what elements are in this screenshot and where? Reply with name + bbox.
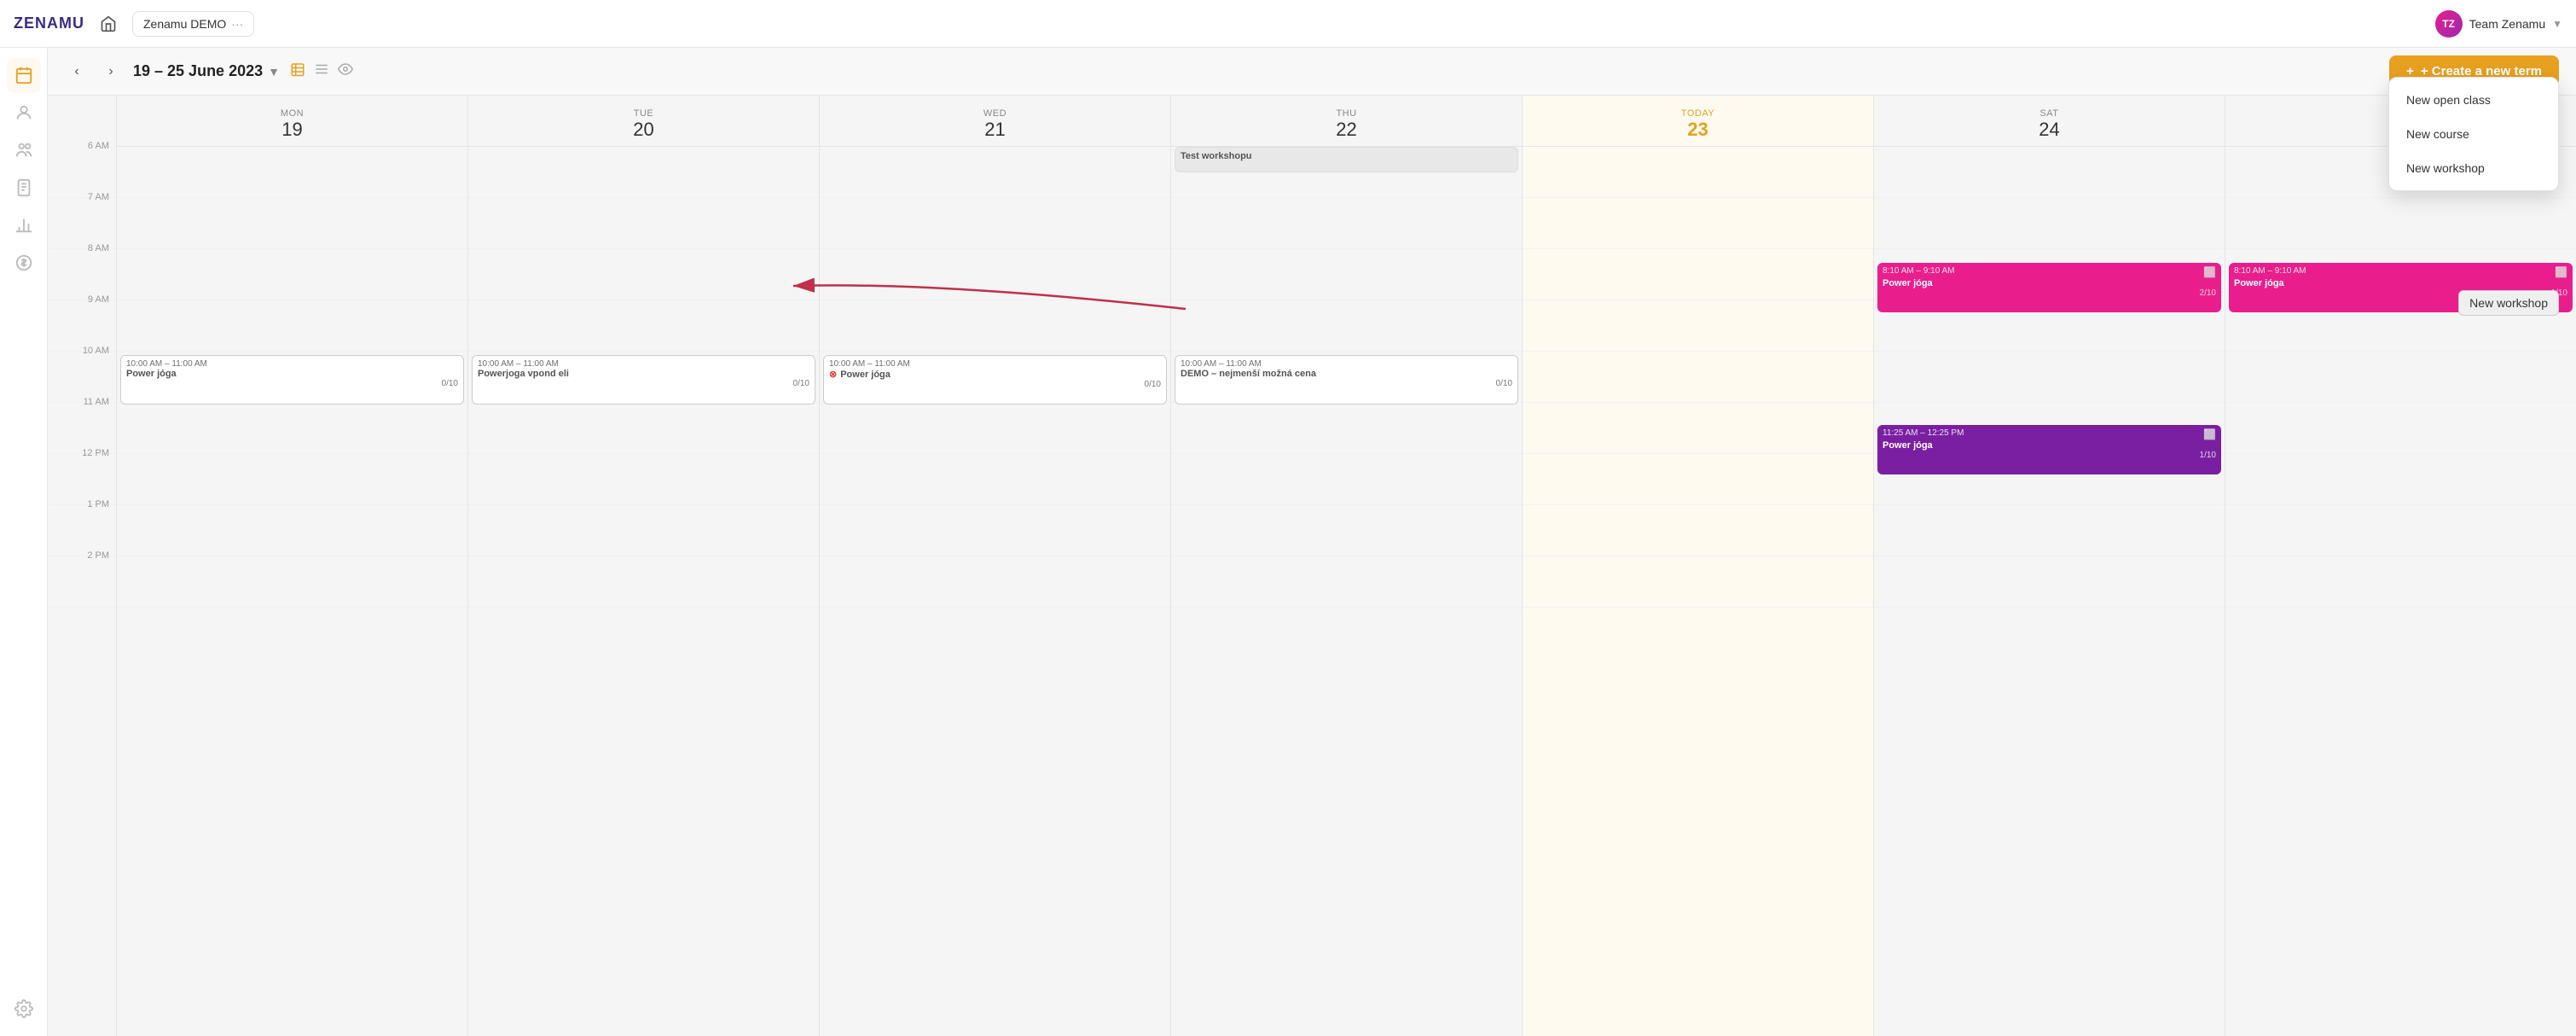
view-icons	[290, 61, 353, 81]
topbar: ZENAMU Zenamu DEMO ··· TZ Team Zenamu ▼	[0, 0, 2576, 48]
create-term-dropdown: New open class New course New workshop	[2388, 77, 2559, 191]
new-course-item[interactable]: New course	[2389, 117, 2558, 151]
sidebar-item-clipboard[interactable]	[7, 171, 41, 205]
screen-icon: ⬜	[2203, 266, 2216, 278]
event-wed-powerjoga-cancelled[interactable]: 10:00 AM – 11:00 AM ⊗Power jóga 0/10	[823, 355, 1167, 405]
topbar-left: ZENAMU Zenamu DEMO ···	[14, 10, 254, 38]
time-2pm: 2 PM	[48, 556, 116, 608]
main-content: ‹ › 19 – 25 June 2023 ▼	[48, 48, 2576, 1036]
eye-icon[interactable]	[338, 61, 353, 81]
time-7am: 7 AM	[48, 198, 116, 249]
chevron-icon: ▼	[268, 65, 280, 79]
event-mon-powerjoga[interactable]: 10:00 AM – 11:00 AM Power jóga 0/10	[120, 355, 464, 405]
day-col-tue: TUE 20 10:00 AM – 11:00 AM	[467, 96, 819, 1036]
sidebar-item-users[interactable]	[7, 133, 41, 167]
sidebar-item-chart[interactable]	[7, 208, 41, 242]
day-columns: MON 19 10:00 AM – 11:00 AM	[116, 96, 2576, 1036]
workspace-selector[interactable]: Zenamu DEMO ···	[132, 11, 254, 37]
toolbar-left: ‹ › 19 – 25 June 2023 ▼	[65, 60, 353, 84]
time-11am: 11 AM	[48, 403, 116, 454]
calendar-toolbar: ‹ › 19 – 25 June 2023 ▼	[48, 48, 2576, 96]
day-header-thu: THU 22	[1171, 96, 1522, 147]
day-grid-mon: 10:00 AM – 11:00 AM Power jóga 0/10	[117, 147, 467, 608]
time-10am: 10 AM	[48, 352, 116, 403]
day-grid-sat: 8:10 AM – 9:10 AM ⬜ Power jóga 2/10 11:2…	[1874, 147, 2225, 608]
time-6am: 6 AM	[48, 147, 116, 198]
event-sat-powerjoga-noon[interactable]: 11:25 AM – 12:25 PM ⬜ Power jóga 1/10	[1877, 425, 2221, 474]
day-header-mon: MON 19	[117, 96, 467, 147]
time-8am: 8 AM	[48, 249, 116, 300]
event-tue-powerjoga[interactable]: 10:00 AM – 11:00 AM Powerjoga vpond eli …	[472, 355, 815, 405]
next-button[interactable]: ›	[99, 60, 123, 84]
sidebar-item-person[interactable]	[7, 96, 41, 130]
day-grid-thu: Test workshopu 10:00 AM – 11:00 AM DEMO …	[1171, 147, 1522, 608]
time-1pm: 1 PM	[48, 505, 116, 556]
screen-icon2: ⬜	[2203, 428, 2216, 440]
grid-view-icon[interactable]	[290, 61, 305, 81]
day-col-mon: MON 19 10:00 AM – 11:00 AM	[116, 96, 467, 1036]
day-header-sat: SAT 24	[1874, 96, 2225, 147]
day-grid-tue: 10:00 AM – 11:00 AM Powerjoga vpond eli …	[468, 147, 819, 608]
sidebar-item-settings[interactable]	[7, 992, 41, 1026]
list-view-icon[interactable]	[314, 61, 329, 81]
day-header-tue: TUE 20	[468, 96, 819, 147]
day-col-thu: THU 22 Test workshopu	[1170, 96, 1522, 1036]
day-grid-wed: 10:00 AM – 11:00 AM ⊗Power jóga 0/10	[820, 147, 1170, 608]
day-grid-sun: 8:10 AM – 9:10 AM ⬜ Power jóga 1/10	[2225, 147, 2576, 608]
day-col-sun: SUN 25 8:10 AM – 9:10 AM	[2225, 96, 2576, 1036]
day-header-today: TODAY 23	[1523, 96, 1873, 147]
calendar-grid: 6 AM 7 AM 8 AM 9 AM 10 AM 11 AM 12 PM 1 …	[48, 96, 2576, 1036]
new-workshop-item[interactable]: New workshop	[2389, 151, 2558, 185]
chevron-down-icon: ▼	[2552, 18, 2562, 30]
prev-button[interactable]: ‹	[65, 60, 89, 84]
time-9am: 9 AM	[48, 300, 116, 352]
workspace-name: Zenamu DEMO	[143, 17, 226, 31]
day-header-wed: WED 21	[820, 96, 1170, 147]
day-col-wed: WED 21 10:00 AM – 11:00 AM	[819, 96, 1170, 1036]
day-grid-today	[1523, 147, 1873, 608]
day-col-sat: SAT 24 8:10 AM – 9:10 AM	[1873, 96, 2225, 1036]
day-col-today: TODAY 23	[1522, 96, 1873, 1036]
time-slots: 6 AM 7 AM 8 AM 9 AM 10 AM 11 AM 12 PM 1 …	[48, 147, 116, 608]
home-button[interactable]	[95, 10, 122, 38]
new-workshop-annotation: New workshop	[2458, 290, 2559, 316]
logo: ZENAMU	[14, 15, 84, 32]
event-thu-workshop[interactable]: Test workshopu	[1175, 147, 1518, 172]
cancel-icon: ⊗	[829, 370, 837, 380]
time-column: 6 AM 7 AM 8 AM 9 AM 10 AM 11 AM 12 PM 1 …	[48, 96, 116, 1036]
sidebar-item-calendar[interactable]	[7, 58, 41, 92]
event-sat-powerjoga-morning[interactable]: 8:10 AM – 9:10 AM ⬜ Power jóga 2/10	[1877, 263, 2221, 312]
workspace-dots[interactable]: ···	[231, 17, 243, 31]
sidebar-item-dollar[interactable]	[7, 246, 41, 280]
team-menu[interactable]: TZ Team Zenamu ▼	[2435, 10, 2562, 38]
date-range[interactable]: 19 – 25 June 2023 ▼	[133, 62, 280, 80]
avatar: TZ	[2435, 10, 2463, 38]
team-name: Team Zenamu	[2469, 17, 2545, 31]
time-12pm: 12 PM	[48, 454, 116, 505]
sidebar	[0, 48, 48, 1036]
new-open-class-item[interactable]: New open class	[2389, 83, 2558, 117]
screen-icon3: ⬜	[2555, 266, 2567, 278]
event-thu-demo[interactable]: 10:00 AM – 11:00 AM DEMO – nejmenší možn…	[1175, 355, 1518, 405]
